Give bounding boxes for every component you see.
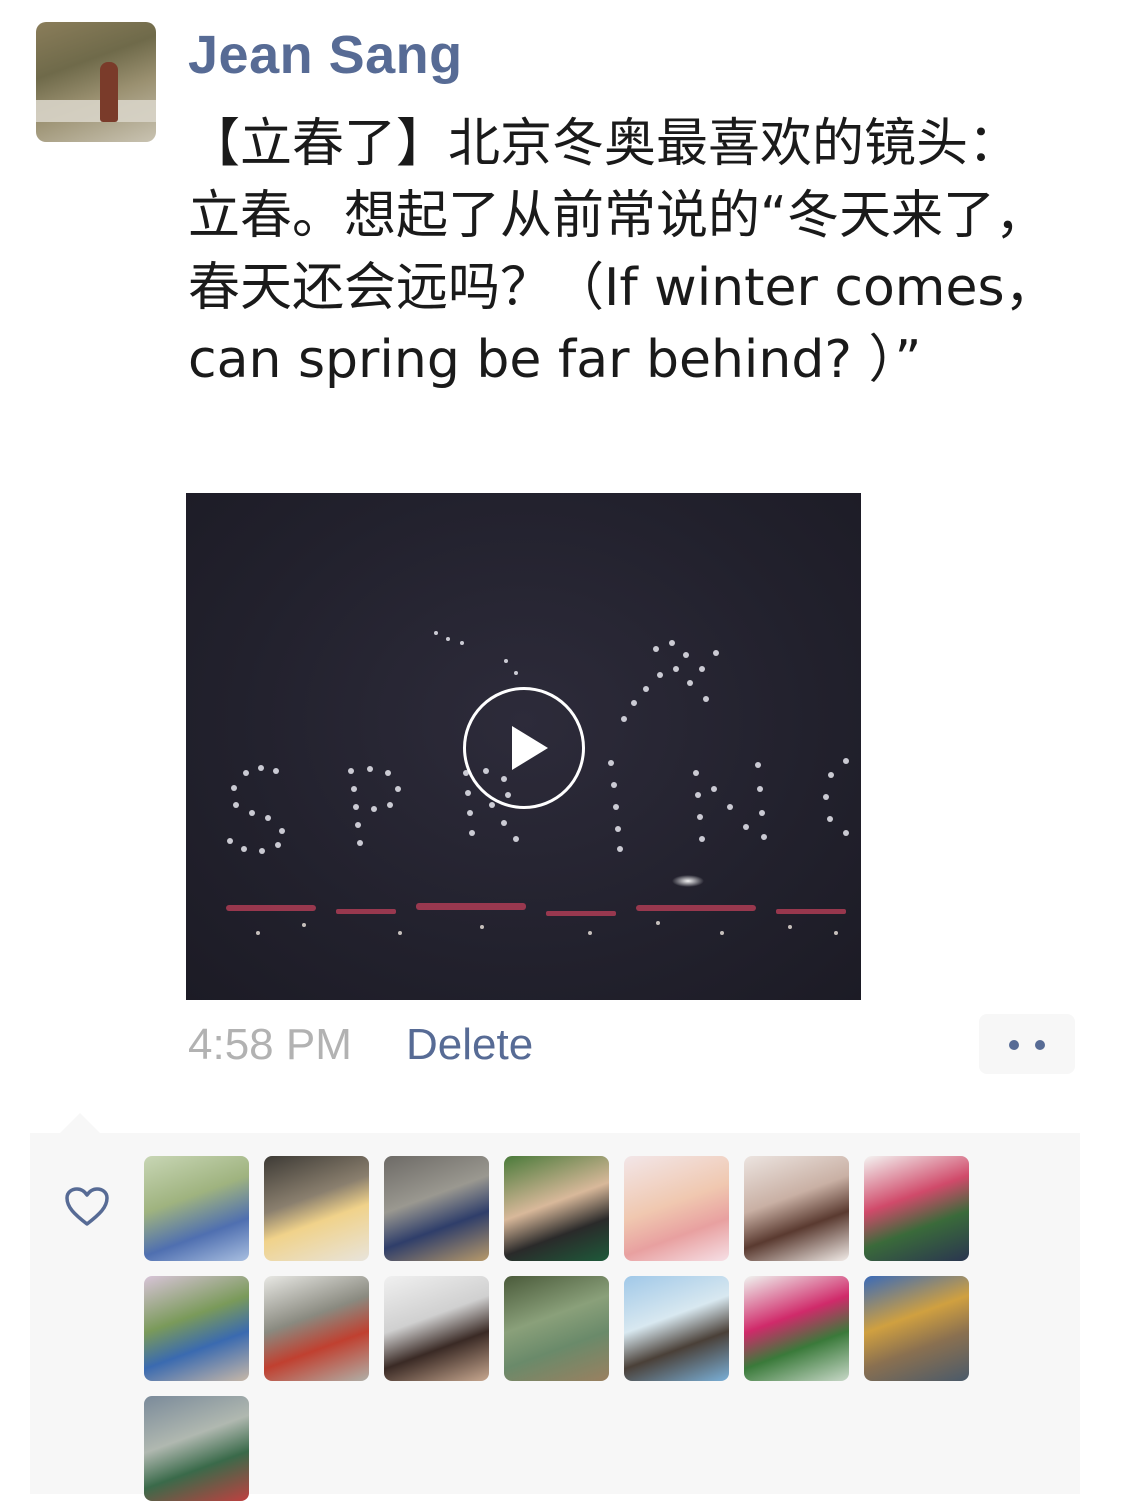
play-triangle bbox=[512, 726, 548, 770]
avatar-photo-figure bbox=[100, 62, 118, 122]
play-icon[interactable] bbox=[463, 687, 585, 809]
liker-avatar[interactable] bbox=[504, 1276, 609, 1381]
liker-avatar[interactable] bbox=[264, 1156, 369, 1261]
delete-button[interactable]: Delete bbox=[406, 1020, 533, 1070]
avatar-photo-detail bbox=[36, 100, 156, 122]
liker-avatar[interactable] bbox=[624, 1276, 729, 1381]
likes-panel-pointer bbox=[60, 1113, 100, 1133]
liker-avatar[interactable] bbox=[384, 1276, 489, 1381]
liker-avatar[interactable] bbox=[864, 1276, 969, 1381]
post-text: 【立春了】北京冬奥最喜欢的镜头：立春。想起了从前常说的“冬天来了，春天还会远吗？… bbox=[188, 114, 1057, 390]
liker-avatar[interactable] bbox=[864, 1156, 969, 1261]
more-options-button[interactable] bbox=[979, 1014, 1075, 1074]
liker-avatar[interactable] bbox=[504, 1156, 609, 1261]
author-avatar[interactable] bbox=[36, 22, 156, 142]
liker-avatar[interactable] bbox=[744, 1156, 849, 1261]
liker-avatar[interactable] bbox=[624, 1156, 729, 1261]
liker-avatar[interactable] bbox=[144, 1396, 249, 1501]
more-dot-icon bbox=[1009, 1040, 1019, 1050]
liker-avatar[interactable] bbox=[744, 1276, 849, 1381]
liker-avatar[interactable] bbox=[264, 1276, 369, 1381]
liker-avatar[interactable] bbox=[144, 1156, 249, 1261]
liker-avatar[interactable] bbox=[384, 1156, 489, 1261]
post-time: 4:58 PM bbox=[188, 1020, 352, 1069]
more-dot-icon bbox=[1035, 1040, 1045, 1050]
heart-icon bbox=[65, 1187, 109, 1226]
liker-avatar[interactable] bbox=[144, 1276, 249, 1381]
author-name[interactable]: Jean Sang bbox=[188, 24, 463, 86]
